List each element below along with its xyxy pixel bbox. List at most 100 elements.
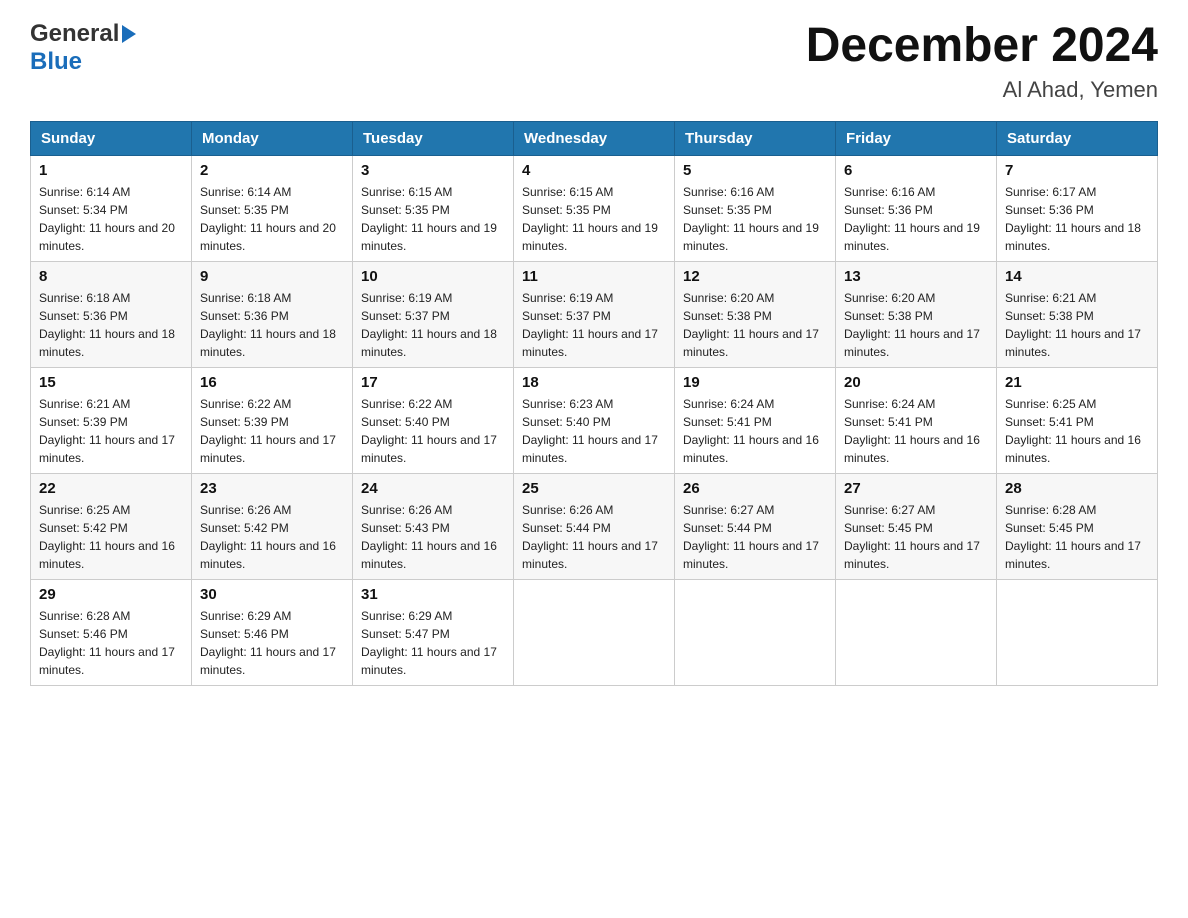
day-info: Sunrise: 6:20 AM Sunset: 5:38 PM Dayligh… xyxy=(683,289,827,361)
title-block: December 2024 Al Ahad, Yemen xyxy=(806,20,1158,103)
sunrise-label: Sunrise: 6:15 AM xyxy=(361,185,452,199)
logo-general-text: General xyxy=(30,20,119,48)
calendar-cell: 15 Sunrise: 6:21 AM Sunset: 5:39 PM Dayl… xyxy=(31,367,192,473)
daylight-label: Daylight: 11 hours and 18 minutes. xyxy=(39,327,175,359)
calendar-cell: 13 Sunrise: 6:20 AM Sunset: 5:38 PM Dayl… xyxy=(836,261,997,367)
sunrise-label: Sunrise: 6:16 AM xyxy=(683,185,774,199)
day-number: 31 xyxy=(361,586,505,603)
calendar-week-row: 15 Sunrise: 6:21 AM Sunset: 5:39 PM Dayl… xyxy=(31,367,1158,473)
logo-arrow-icon xyxy=(122,25,136,43)
sunset-label: Sunset: 5:45 PM xyxy=(844,521,933,535)
daylight-label: Daylight: 11 hours and 16 minutes. xyxy=(361,539,497,571)
calendar-week-row: 22 Sunrise: 6:25 AM Sunset: 5:42 PM Dayl… xyxy=(31,473,1158,579)
sunrise-label: Sunrise: 6:27 AM xyxy=(683,503,774,517)
sunset-label: Sunset: 5:46 PM xyxy=(200,627,289,641)
daylight-label: Daylight: 11 hours and 17 minutes. xyxy=(39,433,175,465)
sunrise-label: Sunrise: 6:20 AM xyxy=(844,291,935,305)
calendar-cell: 23 Sunrise: 6:26 AM Sunset: 5:42 PM Dayl… xyxy=(192,473,353,579)
sunset-label: Sunset: 5:40 PM xyxy=(361,415,450,429)
day-info: Sunrise: 6:20 AM Sunset: 5:38 PM Dayligh… xyxy=(844,289,988,361)
daylight-label: Daylight: 11 hours and 17 minutes. xyxy=(844,539,980,571)
calendar-cell: 31 Sunrise: 6:29 AM Sunset: 5:47 PM Dayl… xyxy=(353,579,514,685)
calendar-cell: 17 Sunrise: 6:22 AM Sunset: 5:40 PM Dayl… xyxy=(353,367,514,473)
daylight-label: Daylight: 11 hours and 17 minutes. xyxy=(39,645,175,677)
day-number: 8 xyxy=(39,268,183,285)
sunset-label: Sunset: 5:44 PM xyxy=(683,521,772,535)
sunset-label: Sunset: 5:45 PM xyxy=(1005,521,1094,535)
day-number: 23 xyxy=(200,480,344,497)
day-number: 22 xyxy=(39,480,183,497)
daylight-label: Daylight: 11 hours and 17 minutes. xyxy=(522,539,658,571)
day-info: Sunrise: 6:26 AM Sunset: 5:42 PM Dayligh… xyxy=(200,501,344,573)
sunset-label: Sunset: 5:38 PM xyxy=(844,309,933,323)
sunset-label: Sunset: 5:36 PM xyxy=(39,309,128,323)
sunrise-label: Sunrise: 6:26 AM xyxy=(361,503,452,517)
day-info: Sunrise: 6:28 AM Sunset: 5:45 PM Dayligh… xyxy=(1005,501,1149,573)
daylight-label: Daylight: 11 hours and 19 minutes. xyxy=(361,221,497,253)
sunrise-label: Sunrise: 6:22 AM xyxy=(200,397,291,411)
daylight-label: Daylight: 11 hours and 17 minutes. xyxy=(683,327,819,359)
calendar-cell: 12 Sunrise: 6:20 AM Sunset: 5:38 PM Dayl… xyxy=(675,261,836,367)
day-number: 1 xyxy=(39,162,183,179)
daylight-label: Daylight: 11 hours and 16 minutes. xyxy=(844,433,980,465)
calendar-cell: 5 Sunrise: 6:16 AM Sunset: 5:35 PM Dayli… xyxy=(675,155,836,261)
calendar-cell: 16 Sunrise: 6:22 AM Sunset: 5:39 PM Dayl… xyxy=(192,367,353,473)
sunrise-label: Sunrise: 6:29 AM xyxy=(200,609,291,623)
calendar-cell: 7 Sunrise: 6:17 AM Sunset: 5:36 PM Dayli… xyxy=(997,155,1158,261)
column-header-friday: Friday xyxy=(836,121,997,155)
calendar-cell xyxy=(514,579,675,685)
column-header-thursday: Thursday xyxy=(675,121,836,155)
day-number: 20 xyxy=(844,374,988,391)
day-number: 9 xyxy=(200,268,344,285)
daylight-label: Daylight: 11 hours and 20 minutes. xyxy=(39,221,175,253)
calendar-cell xyxy=(997,579,1158,685)
day-info: Sunrise: 6:18 AM Sunset: 5:36 PM Dayligh… xyxy=(200,289,344,361)
daylight-label: Daylight: 11 hours and 17 minutes. xyxy=(522,327,658,359)
sunrise-label: Sunrise: 6:25 AM xyxy=(1005,397,1096,411)
sunset-label: Sunset: 5:38 PM xyxy=(683,309,772,323)
calendar-title: December 2024 xyxy=(806,20,1158,73)
daylight-label: Daylight: 11 hours and 17 minutes. xyxy=(200,645,336,677)
daylight-label: Daylight: 11 hours and 17 minutes. xyxy=(200,433,336,465)
sunset-label: Sunset: 5:38 PM xyxy=(1005,309,1094,323)
day-info: Sunrise: 6:17 AM Sunset: 5:36 PM Dayligh… xyxy=(1005,183,1149,255)
calendar-week-row: 1 Sunrise: 6:14 AM Sunset: 5:34 PM Dayli… xyxy=(31,155,1158,261)
day-number: 5 xyxy=(683,162,827,179)
sunset-label: Sunset: 5:40 PM xyxy=(522,415,611,429)
day-info: Sunrise: 6:15 AM Sunset: 5:35 PM Dayligh… xyxy=(361,183,505,255)
sunset-label: Sunset: 5:44 PM xyxy=(522,521,611,535)
column-header-wednesday: Wednesday xyxy=(514,121,675,155)
day-number: 3 xyxy=(361,162,505,179)
sunset-label: Sunset: 5:42 PM xyxy=(200,521,289,535)
sunset-label: Sunset: 5:34 PM xyxy=(39,203,128,217)
sunset-label: Sunset: 5:35 PM xyxy=(361,203,450,217)
sunset-label: Sunset: 5:47 PM xyxy=(361,627,450,641)
calendar-cell: 30 Sunrise: 6:29 AM Sunset: 5:46 PM Dayl… xyxy=(192,579,353,685)
day-info: Sunrise: 6:26 AM Sunset: 5:43 PM Dayligh… xyxy=(361,501,505,573)
sunset-label: Sunset: 5:39 PM xyxy=(200,415,289,429)
sunrise-label: Sunrise: 6:15 AM xyxy=(522,185,613,199)
day-info: Sunrise: 6:14 AM Sunset: 5:35 PM Dayligh… xyxy=(200,183,344,255)
calendar-cell: 25 Sunrise: 6:26 AM Sunset: 5:44 PM Dayl… xyxy=(514,473,675,579)
calendar-week-row: 29 Sunrise: 6:28 AM Sunset: 5:46 PM Dayl… xyxy=(31,579,1158,685)
daylight-label: Daylight: 11 hours and 16 minutes. xyxy=(200,539,336,571)
day-number: 29 xyxy=(39,586,183,603)
day-info: Sunrise: 6:24 AM Sunset: 5:41 PM Dayligh… xyxy=(844,395,988,467)
day-info: Sunrise: 6:14 AM Sunset: 5:34 PM Dayligh… xyxy=(39,183,183,255)
sunset-label: Sunset: 5:39 PM xyxy=(39,415,128,429)
daylight-label: Daylight: 11 hours and 17 minutes. xyxy=(361,433,497,465)
calendar-cell: 9 Sunrise: 6:18 AM Sunset: 5:36 PM Dayli… xyxy=(192,261,353,367)
day-number: 28 xyxy=(1005,480,1149,497)
sunrise-label: Sunrise: 6:18 AM xyxy=(39,291,130,305)
calendar-cell: 8 Sunrise: 6:18 AM Sunset: 5:36 PM Dayli… xyxy=(31,261,192,367)
sunset-label: Sunset: 5:35 PM xyxy=(683,203,772,217)
sunset-label: Sunset: 5:35 PM xyxy=(200,203,289,217)
day-number: 7 xyxy=(1005,162,1149,179)
sunrise-label: Sunrise: 6:21 AM xyxy=(1005,291,1096,305)
calendar-cell: 3 Sunrise: 6:15 AM Sunset: 5:35 PM Dayli… xyxy=(353,155,514,261)
column-header-saturday: Saturday xyxy=(997,121,1158,155)
calendar-cell: 20 Sunrise: 6:24 AM Sunset: 5:41 PM Dayl… xyxy=(836,367,997,473)
page-header: General Blue December 2024 Al Ahad, Yeme… xyxy=(30,20,1158,103)
calendar-header-row: SundayMondayTuesdayWednesdayThursdayFrid… xyxy=(31,121,1158,155)
daylight-label: Daylight: 11 hours and 19 minutes. xyxy=(522,221,658,253)
